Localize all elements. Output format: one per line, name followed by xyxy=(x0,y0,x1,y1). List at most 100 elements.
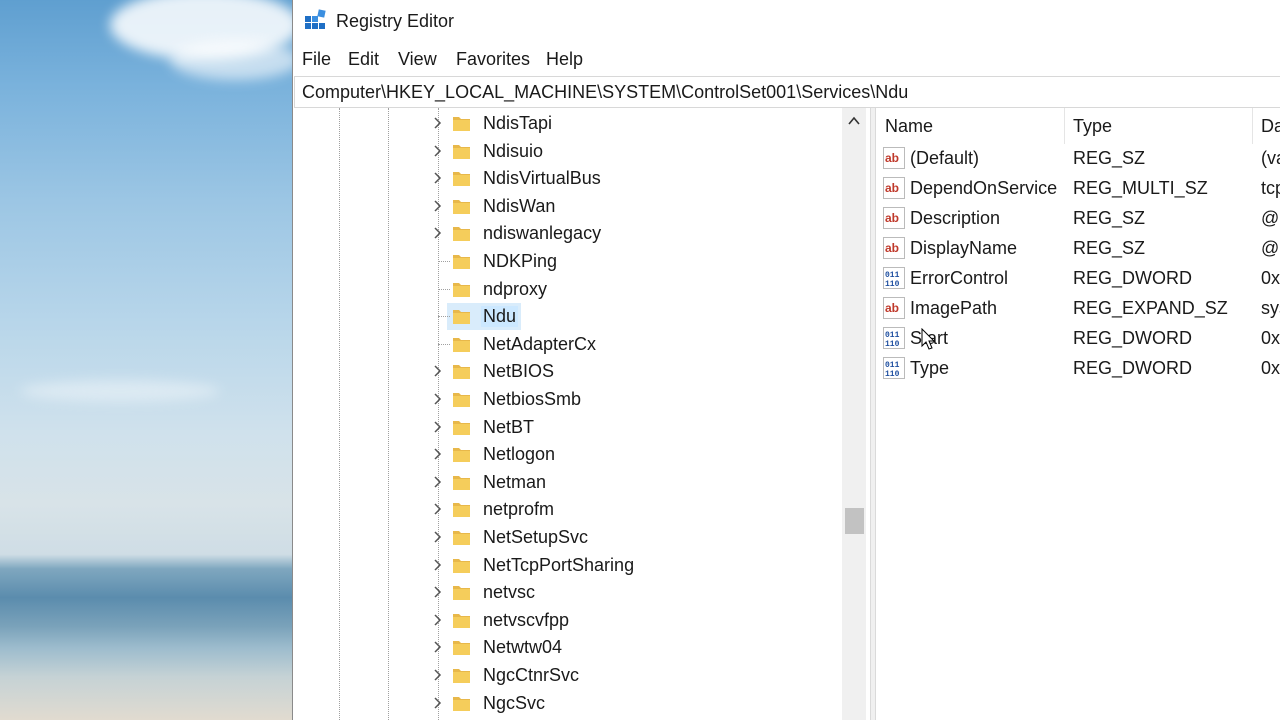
tree-item-label: NgcCtnrSvc xyxy=(483,665,580,685)
tree-item[interactable]: NetBT xyxy=(294,414,840,441)
value-name: (Default) xyxy=(910,148,980,168)
folder-icon xyxy=(452,224,471,242)
string-value-icon: ab xyxy=(883,237,905,259)
tree-item-label: NgcSvc xyxy=(483,692,546,713)
tree-item[interactable]: Netlogon xyxy=(294,441,840,468)
tree-item-label: Netwtw04 xyxy=(483,637,563,658)
value-data: sys xyxy=(1261,298,1280,318)
values-pane[interactable]: Name Type Da ab (Default) REG_SZ (va ab Depen… xyxy=(877,108,1280,720)
address-bar[interactable]: Computer\HKEY_LOCAL_MACHINE\SYSTEM\Contr… xyxy=(294,76,1280,108)
folder-icon xyxy=(452,500,471,518)
tree-item[interactable]: ndproxy xyxy=(294,276,840,303)
tree-item-label: NdisTapi xyxy=(483,113,553,133)
svg-text:ab: ab xyxy=(885,241,899,255)
value-row[interactable]: 011 110 Type REG_DWORD 0x xyxy=(877,353,1280,383)
tree-item-label: NetbiosSmb xyxy=(483,389,582,409)
tree-item-label: Netman xyxy=(483,471,547,492)
folder-icon xyxy=(452,473,471,491)
chevron-right-icon[interactable] xyxy=(430,226,444,240)
value-row[interactable]: 011110StartREG_DWORD0x xyxy=(877,323,1280,353)
tree-item[interactable]: Netman xyxy=(294,469,840,496)
tree-item[interactable]: NgcSvc xyxy=(294,690,840,717)
binary-value-icon: 011 110 xyxy=(883,327,905,349)
tree-item-label: ndproxy xyxy=(483,278,548,299)
value-row[interactable]: ab (Default) REG_SZ (va xyxy=(877,143,1280,173)
tree-item-label: NdisWan xyxy=(483,195,556,216)
tree-item[interactable]: Netwtw04 xyxy=(294,634,840,661)
folder-icon xyxy=(452,197,471,215)
tree-item[interactable]: NetTcpPortSharing xyxy=(294,552,840,579)
value-row[interactable]: ab DependOnService REG_MULTI_SZ tcp xyxy=(877,173,1280,203)
svg-text:ab: ab xyxy=(885,151,899,165)
tree-item[interactable]: NdisWan xyxy=(294,193,840,220)
chevron-right-icon[interactable] xyxy=(430,613,444,627)
tree-item[interactable]: NetbiosSmb xyxy=(294,386,840,413)
tree-item[interactable]: NetSetupSvc xyxy=(294,524,840,551)
menu-view[interactable]: View xyxy=(398,48,437,70)
pane-splitter[interactable] xyxy=(870,108,876,720)
chevron-right-icon[interactable] xyxy=(430,392,444,406)
value-row[interactable]: ab ImagePath REG_EXPAND_SZ sys xyxy=(877,293,1280,323)
tree-item[interactable]: NdisVirtualBus xyxy=(294,165,840,192)
svg-text:011: 011 xyxy=(885,331,900,340)
chevron-right-icon[interactable] xyxy=(430,558,444,572)
menu-edit[interactable]: Edit xyxy=(348,48,379,70)
registry-editor-window: Registry Editor File Edit View Favorites… xyxy=(292,0,1280,720)
tree-item[interactable]: NetAdapterCx xyxy=(294,331,840,358)
value-row[interactable]: ab DisplayName REG_SZ @ xyxy=(877,233,1280,263)
scroll-thumb[interactable] xyxy=(845,508,864,534)
tree-item[interactable]: NDKPing xyxy=(294,248,840,275)
tree-item[interactable]: netprofm xyxy=(294,496,840,523)
tree-item[interactable]: NgcCtnrSvc xyxy=(294,662,840,689)
value-name: DependOnService xyxy=(910,178,1058,198)
tree-scrollbar[interactable] xyxy=(842,108,866,720)
column-header-data[interactable]: Da xyxy=(1253,108,1280,144)
value-data: (va xyxy=(1261,148,1280,168)
title-bar[interactable]: Registry Editor xyxy=(293,0,1280,42)
value-type: REG_DWORD xyxy=(1073,328,1193,348)
chevron-right-icon[interactable] xyxy=(430,420,444,434)
key-tree-pane[interactable]: NdisTapi Ndisuio NdisVirtualBus NdisWan ndis… xyxy=(294,108,870,720)
folder-icon xyxy=(452,611,471,629)
tree-item[interactable]: Ndu xyxy=(294,303,840,331)
tree-item[interactable]: netvscvfpp xyxy=(294,607,840,634)
svg-text:110: 110 xyxy=(885,280,900,289)
value-row[interactable]: 011 110 ErrorControl REG_DWORD 0x xyxy=(877,263,1280,293)
menu-favorites[interactable]: Favorites xyxy=(456,48,530,70)
chevron-right-icon[interactable] xyxy=(430,585,444,599)
chevron-right-icon[interactable] xyxy=(430,530,444,544)
tree-item-label: NetTcpPortSharing xyxy=(483,554,635,575)
column-header-type[interactable]: Type xyxy=(1065,108,1253,144)
chevron-right-icon[interactable] xyxy=(430,447,444,461)
chevron-right-icon[interactable] xyxy=(430,171,444,185)
chevron-right-icon[interactable] xyxy=(430,116,444,130)
tree-item[interactable]: Ndisuio xyxy=(294,138,840,165)
mouse-cursor-icon xyxy=(921,328,936,350)
chevron-right-icon[interactable] xyxy=(430,640,444,654)
tree-item[interactable]: NdisTapi xyxy=(294,110,840,137)
chevron-right-icon[interactable] xyxy=(430,199,444,213)
menu-help[interactable]: Help xyxy=(546,48,583,70)
chevron-right-icon[interactable] xyxy=(430,696,444,710)
column-header-name[interactable]: Name xyxy=(877,108,1065,144)
scroll-up-arrow-icon[interactable] xyxy=(847,114,861,128)
chevron-right-icon[interactable] xyxy=(430,502,444,516)
chevron-right-icon[interactable] xyxy=(430,475,444,489)
tree-item-label: NDKPing xyxy=(483,251,558,271)
chevron-right-icon[interactable] xyxy=(430,668,444,682)
menu-file[interactable]: File xyxy=(302,48,331,70)
folder-icon xyxy=(452,114,471,132)
value-row[interactable]: ab Description REG_SZ @ xyxy=(877,203,1280,233)
chevron-right-icon[interactable] xyxy=(430,144,444,158)
tree-item[interactable]: ndiswanlegacy xyxy=(294,220,840,247)
registry-editor-icon xyxy=(305,9,326,29)
value-type: REG_MULTI_SZ xyxy=(1073,178,1208,198)
tree-item[interactable]: NetBIOS xyxy=(294,358,840,385)
tree-item-label: NetSetupSvc xyxy=(483,527,589,547)
folder-icon xyxy=(452,445,471,463)
tree-connector xyxy=(438,288,450,290)
folder-icon xyxy=(452,280,471,298)
chevron-right-icon[interactable] xyxy=(430,364,444,378)
tree-item[interactable]: netvsc xyxy=(294,579,840,606)
desktop-wallpaper xyxy=(0,0,300,720)
